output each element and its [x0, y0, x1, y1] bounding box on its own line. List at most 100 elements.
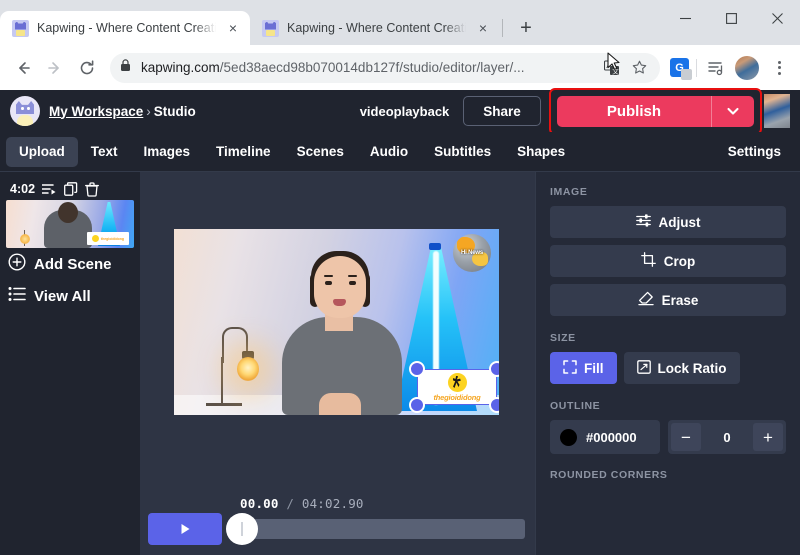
- outline-width-value: 0: [723, 429, 731, 445]
- app-header: My Workspace › Studio videoplayback Share …: [0, 87, 800, 135]
- close-icon[interactable]: [754, 0, 800, 36]
- mouse-cursor: [607, 52, 621, 77]
- scene-card[interactable]: 4:02 thegioididong: [6, 178, 134, 248]
- outline-color-value: #000000: [586, 429, 637, 445]
- url-host: kapwing.com: [141, 60, 220, 75]
- publish-button[interactable]: Publish: [557, 96, 711, 127]
- scene-duration: 4:02: [10, 182, 36, 196]
- play-button[interactable]: [148, 513, 222, 545]
- resize-handle-bottom-right[interactable]: [489, 397, 499, 413]
- tab-scenes[interactable]: Scenes: [284, 137, 357, 167]
- scene-list-icon[interactable]: [42, 183, 57, 196]
- erase-button[interactable]: Erase: [550, 284, 786, 316]
- scenes-rail: 4:02 thegioididong Add Scene View All: [0, 172, 140, 555]
- lock-ratio-label: Lock Ratio: [657, 360, 727, 376]
- fill-button[interactable]: Fill: [550, 352, 617, 384]
- crop-icon: [640, 252, 656, 270]
- video-preview[interactable]: Hi News thegioididong: [174, 229, 499, 415]
- image-section-label: IMAGE: [550, 186, 588, 198]
- project-name[interactable]: videoplayback: [360, 104, 450, 119]
- current-time: 00.00: [240, 496, 279, 511]
- maximize-icon[interactable]: [708, 0, 754, 36]
- timecode-display: 00.00 / 04:02.90: [240, 496, 364, 511]
- eraser-icon: [637, 291, 654, 309]
- adjust-label: Adjust: [658, 214, 701, 230]
- close-tab-1-icon[interactable]: ×: [224, 19, 242, 37]
- view-all-button[interactable]: View All: [6, 280, 134, 312]
- outline-controls: #000000 − 0 +: [550, 420, 786, 454]
- browser-tab-1-title: Kapwing - Where Content Creati: [37, 21, 216, 35]
- duplicate-icon[interactable]: [64, 182, 78, 196]
- erase-label: Erase: [661, 292, 699, 308]
- breadcrumb-section[interactable]: Studio: [154, 104, 196, 119]
- rounded-corners-section-label: ROUNDED CORNERS: [550, 469, 668, 481]
- tab-shapes[interactable]: Shapes: [504, 137, 578, 167]
- address-bar[interactable]: kapwing.com/5ed38aecd98b070014db127f/stu…: [110, 52, 660, 83]
- player-controls: 00.00 / 04:02.90: [140, 495, 535, 555]
- crop-button[interactable]: Crop: [550, 245, 786, 277]
- sliders-icon: [635, 213, 651, 231]
- back-arrow-icon[interactable]: [8, 53, 38, 83]
- kapwing-favicon: [262, 19, 279, 37]
- tab-timeline[interactable]: Timeline: [203, 137, 284, 167]
- window-controls: [660, 0, 800, 45]
- publish-button-group: Publish: [548, 87, 762, 135]
- close-tab-2-icon[interactable]: ×: [474, 19, 492, 37]
- video-canvas-area[interactable]: Hi News thegioididong 00.00 / 04:02.90: [140, 172, 535, 555]
- tab-subtitles[interactable]: Subtitles: [421, 137, 504, 167]
- media-control-icon[interactable]: [704, 56, 728, 80]
- tab-settings[interactable]: Settings: [715, 137, 794, 167]
- share-button[interactable]: Share: [463, 96, 541, 126]
- color-swatch[interactable]: [560, 428, 577, 446]
- breadcrumb-workspace[interactable]: My Workspace: [49, 104, 143, 119]
- profile-avatar[interactable]: [735, 55, 759, 80]
- breadcrumb-separator: ›: [146, 103, 151, 119]
- extension-icons: G: [668, 55, 792, 81]
- lock-ratio-button[interactable]: Lock Ratio: [623, 352, 740, 384]
- size-options: Fill Lock Ratio: [550, 352, 786, 384]
- editor-body: 4:02 thegioididong Add Scene View All Hi…: [0, 172, 800, 555]
- trash-icon[interactable]: [85, 181, 99, 197]
- outline-width-stepper: − 0 +: [668, 420, 786, 454]
- workspace-cat-logo[interactable]: [10, 96, 40, 126]
- tab-text[interactable]: Text: [78, 137, 131, 167]
- tab-audio[interactable]: Audio: [357, 137, 421, 167]
- chevron-down-icon[interactable]: [712, 96, 754, 127]
- selected-layer[interactable]: thegioididong: [409, 361, 499, 413]
- tab-images[interactable]: Images: [131, 137, 204, 167]
- timeline-scrubber-handle[interactable]: [226, 513, 258, 545]
- reload-icon[interactable]: [72, 53, 102, 83]
- plus-circle-icon: [8, 253, 26, 275]
- scene-thumbnail[interactable]: thegioididong: [6, 200, 134, 248]
- add-scene-button[interactable]: Add Scene: [6, 248, 134, 280]
- browser-tab-1[interactable]: Kapwing - Where Content Creati ×: [0, 11, 250, 45]
- editor-tabbar: Upload Text Images Timeline Scenes Audio…: [0, 132, 800, 172]
- lock-ratio-icon: [636, 359, 651, 377]
- outline-color-picker[interactable]: #000000: [550, 420, 660, 454]
- timeline-scrubber-track[interactable]: [232, 519, 525, 539]
- outline-increment-button[interactable]: +: [752, 423, 783, 451]
- three-dot-menu-icon[interactable]: [766, 55, 792, 81]
- resize-handle-bottom-left[interactable]: [409, 397, 425, 413]
- header-preview-thumbnail: [764, 94, 790, 128]
- resize-handle-top-right[interactable]: [489, 361, 499, 377]
- url-text: kapwing.com/5ed38aecd98b070014db127f/stu…: [141, 60, 593, 75]
- breadcrumb: My Workspace › Studio: [49, 104, 196, 119]
- scene-toolbar: 4:02: [6, 178, 134, 200]
- minimize-icon[interactable]: [662, 0, 708, 36]
- forward-arrow-icon[interactable]: [40, 53, 70, 83]
- adjust-button[interactable]: Adjust: [550, 206, 786, 238]
- browser-tab-2-title: Kapwing - Where Content Creati: [287, 21, 466, 35]
- selection-border: [417, 369, 497, 405]
- list-icon: [8, 286, 26, 306]
- tab-upload[interactable]: Upload: [6, 136, 78, 167]
- google-translate-extension-icon[interactable]: G: [670, 58, 692, 80]
- browser-tab-2[interactable]: Kapwing - Where Content Creati ×: [250, 11, 500, 45]
- browser-tab-strip: Kapwing - Where Content Creati × Kapwing…: [0, 0, 800, 45]
- new-tab-button[interactable]: +: [511, 13, 541, 43]
- star-icon[interactable]: [628, 57, 650, 79]
- browser-toolbar: kapwing.com/5ed38aecd98b070014db127f/stu…: [0, 45, 800, 90]
- fill-icon: [563, 359, 577, 377]
- resize-handle-top-left[interactable]: [409, 361, 425, 377]
- outline-decrement-button[interactable]: −: [671, 423, 701, 451]
